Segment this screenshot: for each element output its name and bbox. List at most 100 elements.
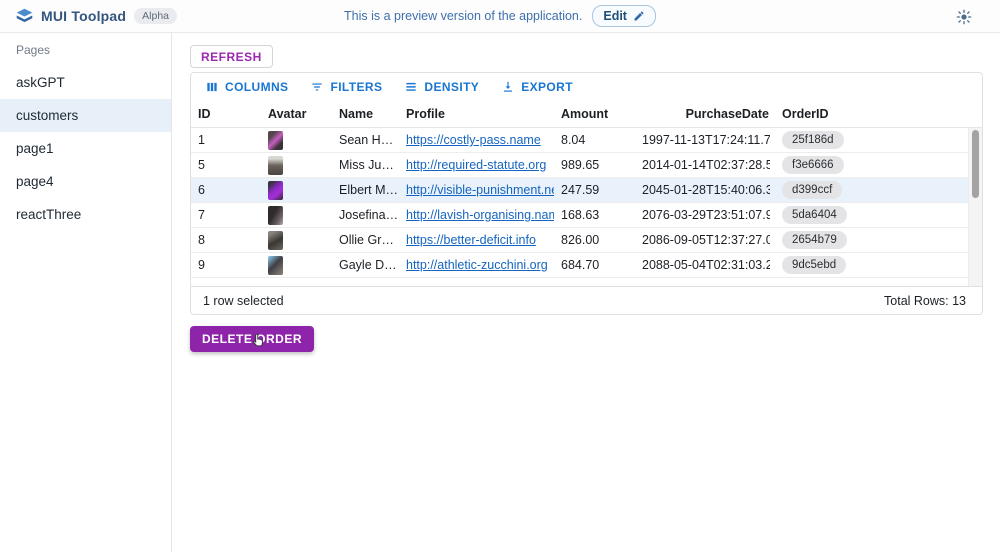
order-id-chip: 5da6404 [782, 206, 847, 224]
density-button-label: DENSITY [424, 80, 479, 94]
cell-amount: 168.63 [554, 208, 642, 222]
delete-order-button[interactable]: DELETE ORDER [190, 326, 314, 352]
column-header-name[interactable]: Name [332, 107, 399, 121]
sidebar-item-page4[interactable]: page4 [0, 165, 171, 198]
refresh-button[interactable]: REFRESH [190, 45, 273, 68]
order-id-chip: 9dc5ebd [782, 256, 846, 274]
profile-link[interactable]: http://lavish-organising.name [406, 208, 554, 222]
cell-amount: 247.59 [554, 183, 642, 197]
table-row[interactable]: 6 Elbert McL... http://visible-punishmen… [191, 178, 970, 203]
pencil-icon [633, 10, 645, 22]
alpha-badge: Alpha [134, 8, 177, 24]
grid-toolbar: COLUMNS FILTERS DENSITY [191, 73, 982, 101]
cell-amount: 826.00 [554, 233, 642, 247]
cell-profile: http://required-statute.org [399, 158, 554, 172]
cell-purchasedate: 2088-05-04T02:31:03.294Z [642, 258, 770, 272]
avatar [268, 181, 283, 200]
order-id-chip: f3e6666 [782, 156, 844, 174]
table-row[interactable]: 9 Gayle Den... http://athletic-zucchini.… [191, 253, 970, 278]
cell-id: 9 [191, 258, 261, 272]
brand: MUI Toolpad Alpha [16, 8, 177, 25]
columns-button[interactable]: COLUMNS [197, 76, 296, 98]
export-button-label: EXPORT [521, 80, 573, 94]
order-id-chip: d399ccf [782, 181, 842, 199]
vertical-scrollbar-thumb[interactable] [972, 130, 979, 198]
cell-profile: https://costly-pass.name [399, 133, 554, 147]
sidebar-item-page1[interactable]: page1 [0, 132, 171, 165]
edit-button[interactable]: Edit [592, 5, 656, 27]
download-icon [501, 80, 515, 94]
cell-purchasedate: 2014-01-14T02:37:28.536Z [642, 158, 770, 172]
cell-id: 5 [191, 158, 261, 172]
column-header-amount[interactable]: Amount [554, 107, 642, 121]
edit-button-label: Edit [603, 9, 627, 23]
density-button[interactable]: DENSITY [396, 76, 487, 98]
column-header-orderid[interactable]: OrderID [770, 107, 982, 121]
filters-button[interactable]: FILTERS [302, 76, 390, 98]
cell-orderid: 2654b79 [770, 231, 970, 249]
cell-name: Gayle Den... [332, 258, 399, 272]
cell-purchasedate: 2045-01-28T15:40:06.325Z [642, 183, 770, 197]
cell-amount: 8.04 [554, 133, 642, 147]
grid-rows: 1 Sean Harris https://costly-pass.name 8… [191, 128, 982, 286]
cell-avatar [261, 131, 332, 150]
main-content: REFRESH COLUMNS FILTERS [172, 33, 1000, 552]
column-header-avatar[interactable]: Avatar [261, 107, 332, 121]
sidebar-section-label: Pages [0, 43, 171, 57]
filter-icon [310, 80, 324, 94]
table-row[interactable]: 1 Sean Harris https://costly-pass.name 8… [191, 128, 970, 153]
cell-avatar [261, 156, 332, 175]
avatar [268, 131, 283, 150]
cell-orderid: 9dc5ebd [770, 256, 970, 274]
order-id-chip: 2654b79 [782, 231, 847, 249]
sidebar-item-reactthree[interactable]: reactThree [0, 198, 171, 231]
table-row[interactable]: 7 Josefina P... http://lavish-organising… [191, 203, 970, 228]
cell-profile: http://athletic-zucchini.org [399, 258, 554, 272]
avatar [268, 206, 283, 225]
avatar [268, 156, 283, 175]
total-rows: Total Rows: 13 [884, 294, 966, 308]
column-header-purchasedate[interactable]: PurchaseDate [642, 107, 770, 121]
profile-link[interactable]: http://visible-punishment.net [406, 183, 554, 197]
sidebar-item-customers[interactable]: customers [0, 99, 171, 132]
cell-profile: https://better-deficit.info [399, 233, 554, 247]
data-grid: COLUMNS FILTERS DENSITY [190, 72, 983, 315]
cell-name: Elbert McL... [332, 183, 399, 197]
cell-purchasedate: 2076-03-29T23:51:07.968Z [642, 208, 770, 222]
cell-orderid: d399ccf [770, 181, 970, 199]
cell-name: Sean Harris [332, 133, 399, 147]
profile-link[interactable]: https://costly-pass.name [406, 133, 541, 147]
profile-link[interactable]: https://better-deficit.info [406, 233, 536, 247]
cell-orderid: 25f186d [770, 131, 970, 149]
vertical-scrollbar-track[interactable] [968, 128, 982, 286]
cell-profile: http://visible-punishment.net [399, 183, 554, 197]
filters-button-label: FILTERS [330, 80, 382, 94]
cell-id: 7 [191, 208, 261, 222]
cell-orderid: f3e6666 [770, 156, 970, 174]
export-button[interactable]: EXPORT [493, 76, 581, 98]
cell-name: Josefina P... [332, 208, 399, 222]
cell-avatar [261, 231, 332, 250]
cell-profile: http://lavish-organising.name [399, 208, 554, 222]
density-icon [404, 80, 418, 94]
cell-purchasedate: 2086-09-05T12:37:27.015Z [642, 233, 770, 247]
column-header-profile[interactable]: Profile [399, 107, 554, 121]
avatar [268, 231, 283, 250]
sidebar: Pages askGPT customers page1 page4 react… [0, 33, 172, 552]
cell-id: 8 [191, 233, 261, 247]
table-row[interactable]: 8 Ollie Green... https://better-deficit.… [191, 228, 970, 253]
cell-orderid: 5da6404 [770, 206, 970, 224]
app-title: MUI Toolpad [41, 8, 126, 24]
profile-link[interactable]: http://athletic-zucchini.org [406, 258, 548, 272]
selection-status: 1 row selected [203, 294, 284, 308]
theme-toggle-sun-icon[interactable] [956, 9, 972, 25]
avatar [268, 256, 283, 275]
columns-icon [205, 80, 219, 94]
table-row[interactable]: 5 Miss Juan ... http://required-statute.… [191, 153, 970, 178]
cell-amount: 684.70 [554, 258, 642, 272]
order-id-chip: 25f186d [782, 131, 844, 149]
column-header-id[interactable]: ID [191, 107, 261, 121]
sidebar-item-askgpt[interactable]: askGPT [0, 66, 171, 99]
profile-link[interactable]: http://required-statute.org [406, 158, 546, 172]
preview-message: This is a preview version of the applica… [344, 9, 582, 23]
